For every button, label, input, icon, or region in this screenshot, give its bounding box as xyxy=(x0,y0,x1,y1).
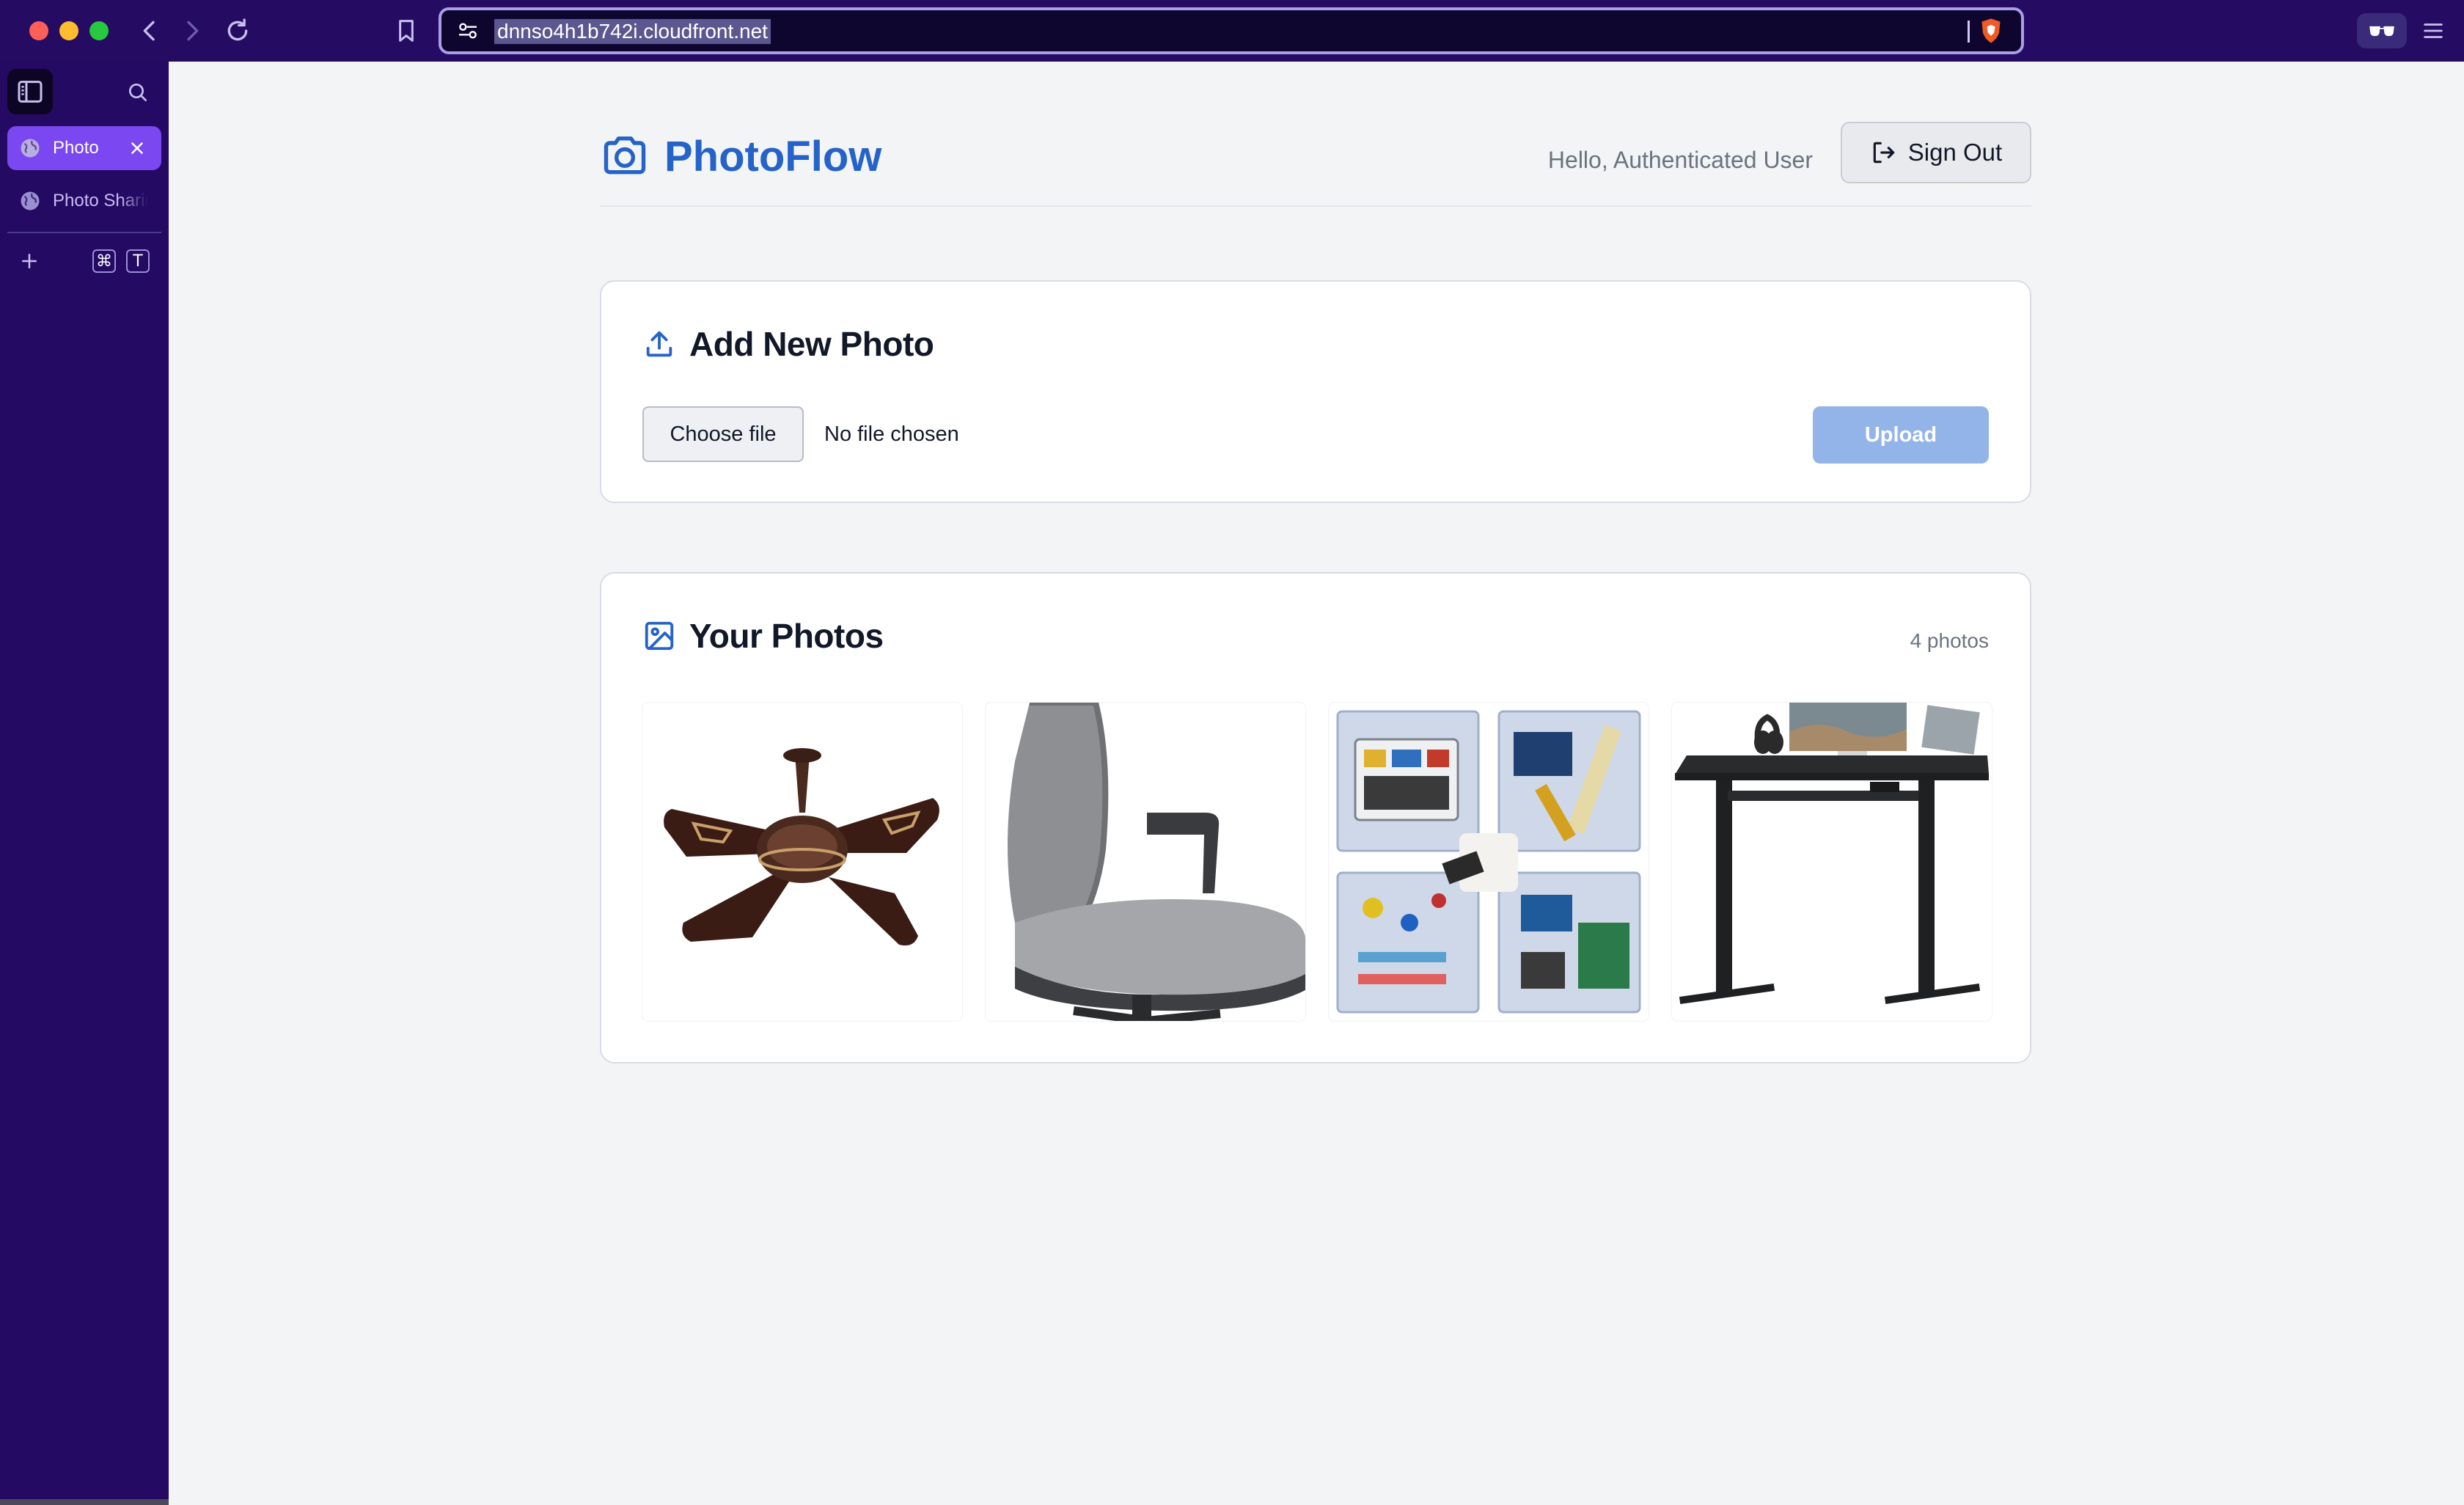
browser-sidebar: Photo Photo Sharing ⌘ T xyxy=(0,62,169,1505)
bookmark-icon xyxy=(399,20,414,42)
shortcut-key-cmd: ⌘ xyxy=(92,249,116,273)
tab-photo-sharing[interactable]: Photo Sharing xyxy=(7,179,161,223)
plus-icon xyxy=(22,254,37,268)
address-bar[interactable]: dnnso4h1b742i.cloudfront.net xyxy=(439,7,2024,54)
url-divider xyxy=(1968,21,1970,43)
search-icon xyxy=(129,84,147,101)
reader-mode-button[interactable] xyxy=(2357,13,2407,48)
sidebar-scrollbar xyxy=(0,1499,169,1505)
window-maximize-button[interactable] xyxy=(89,21,109,40)
bookmark-button[interactable] xyxy=(389,13,424,48)
tab-search-button[interactable] xyxy=(122,76,154,109)
chevron-right-icon xyxy=(187,21,199,41)
tab-label: Photo xyxy=(53,138,99,158)
browser-menu-button[interactable] xyxy=(2417,15,2449,47)
window-close-button[interactable] xyxy=(29,21,48,40)
image-icon xyxy=(645,621,674,651)
ceiling-fan-image xyxy=(642,703,962,1021)
page-content: PhotoFlow Hello, Authenticated User Sign… xyxy=(169,62,2464,1505)
photo-thumbnail-electronics-kit[interactable] xyxy=(1329,703,1649,1021)
photos-card: Your Photos 4 photos xyxy=(600,572,2031,1063)
upload-card: Add New Photo Choose file No file chosen… xyxy=(600,280,2031,503)
sign-out-button[interactable]: Sign Out xyxy=(1841,122,2031,183)
sidebar-divider xyxy=(7,232,161,233)
sidebar-toggle-button[interactable] xyxy=(7,69,53,114)
standing-desk-image xyxy=(1672,703,1992,1021)
brave-shield-icon[interactable] xyxy=(1979,18,2003,44)
glasses-icon xyxy=(2369,26,2394,37)
window-minimize-button[interactable] xyxy=(59,21,78,40)
url-text[interactable]: dnnso4h1b742i.cloudfront.net xyxy=(494,19,771,44)
user-greeting: Hello, Authenticated User xyxy=(1547,147,1813,173)
photos-card-header: Your Photos xyxy=(642,616,884,656)
reload-icon xyxy=(227,18,248,41)
electronics-kit-image xyxy=(1329,703,1649,1021)
photo-grid xyxy=(642,703,1992,1021)
app-title: PhotoFlow xyxy=(664,133,882,180)
browser-toolbar: dnnso4h1b742i.cloudfront.net xyxy=(0,0,2464,62)
log-out-icon xyxy=(1873,142,1895,164)
new-tab-button[interactable] xyxy=(15,246,44,276)
globe-icon xyxy=(21,139,40,158)
photo-thumbnail-ceiling-fan[interactable] xyxy=(642,703,962,1021)
chevron-left-icon xyxy=(143,21,155,41)
photos-card-title: Your Photos xyxy=(689,617,884,655)
office-chair-image xyxy=(986,703,1305,1021)
forward-button[interactable] xyxy=(175,13,210,48)
upload-button[interactable]: Upload xyxy=(1813,406,1989,464)
tab-photo-active[interactable]: Photo xyxy=(7,126,161,170)
globe-icon xyxy=(21,191,40,210)
close-tab-button[interactable] xyxy=(126,137,148,159)
choose-file-button[interactable]: Choose file xyxy=(642,406,804,462)
back-button[interactable] xyxy=(132,13,167,48)
camera-icon xyxy=(604,136,646,175)
sign-out-label: Sign Out xyxy=(1907,139,2003,166)
upload-card-title: Add New Photo xyxy=(689,325,934,363)
file-status-text: No file chosen xyxy=(824,422,959,446)
site-settings-icon[interactable] xyxy=(456,19,480,43)
shortcut-key-t: T xyxy=(126,249,150,273)
reload-button[interactable] xyxy=(220,13,255,48)
close-icon xyxy=(131,142,143,154)
upload-card-header: Add New Photo xyxy=(642,324,934,364)
app-header: PhotoFlow Hello, Authenticated User Sign… xyxy=(600,114,2031,207)
hamburger-menu-icon xyxy=(2424,23,2443,38)
photo-thumbnail-office-chair[interactable] xyxy=(986,703,1305,1021)
upload-icon xyxy=(646,331,672,357)
photo-count: 4 photos xyxy=(1910,629,1989,652)
photo-thumbnail-standing-desk[interactable] xyxy=(1672,703,1992,1021)
tab-label: Photo Sharing xyxy=(53,191,148,210)
sidebar-panel-icon xyxy=(18,81,43,103)
